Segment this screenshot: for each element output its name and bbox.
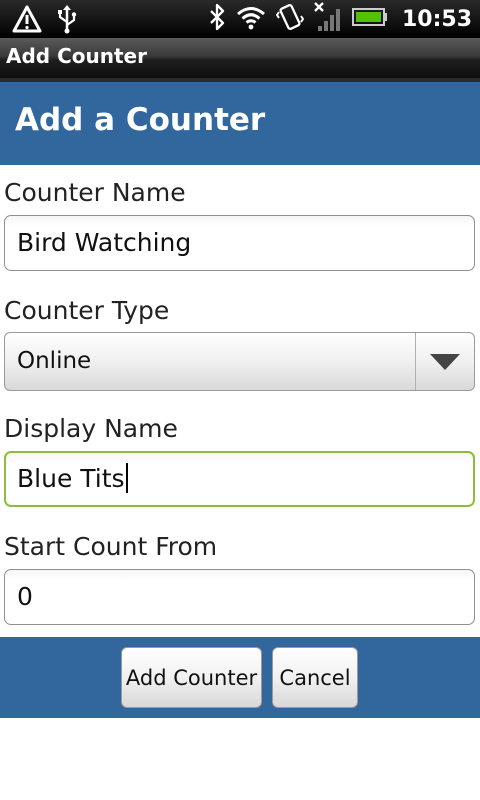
dropdown-arrow-icon[interactable] <box>416 333 474 390</box>
display-name-value: Blue Tits <box>17 464 125 493</box>
counter-type-select[interactable]: Online <box>4 332 475 391</box>
start-count-value: 0 <box>17 582 33 611</box>
status-time: 10:53 <box>401 6 472 32</box>
page-title: Add a Counter <box>15 102 266 138</box>
bluetooth-icon <box>208 3 226 35</box>
alert-icon <box>12 5 42 37</box>
page-header: Add a Counter <box>0 82 480 165</box>
button-bar: Add Counter Cancel <box>0 637 480 718</box>
cancel-button[interactable]: Cancel <box>272 647 358 708</box>
window-title: Add Counter <box>6 44 147 68</box>
no-signal-icon <box>314 2 342 36</box>
add-counter-button[interactable]: Add Counter <box>121 647 262 708</box>
usb-icon <box>56 4 78 38</box>
counter-name-value: Bird Watching <box>17 228 192 257</box>
text-cursor <box>125 463 128 493</box>
battery-icon <box>351 7 388 31</box>
status-bar: 10:53 <box>0 0 480 38</box>
title-bar: Add Counter <box>0 38 480 82</box>
start-count-label: Start Count From <box>4 532 218 561</box>
counter-name-input[interactable]: Bird Watching <box>4 215 475 271</box>
display-name-input[interactable]: Blue Tits <box>4 451 475 507</box>
vibrate-icon <box>275 3 305 35</box>
display-name-label: Display Name <box>4 414 178 443</box>
start-count-input[interactable]: 0 <box>4 569 475 625</box>
counter-type-value: Online <box>17 348 92 374</box>
wifi-icon <box>236 4 266 34</box>
counter-name-label: Counter Name <box>4 178 186 207</box>
counter-type-label: Counter Type <box>4 296 170 325</box>
